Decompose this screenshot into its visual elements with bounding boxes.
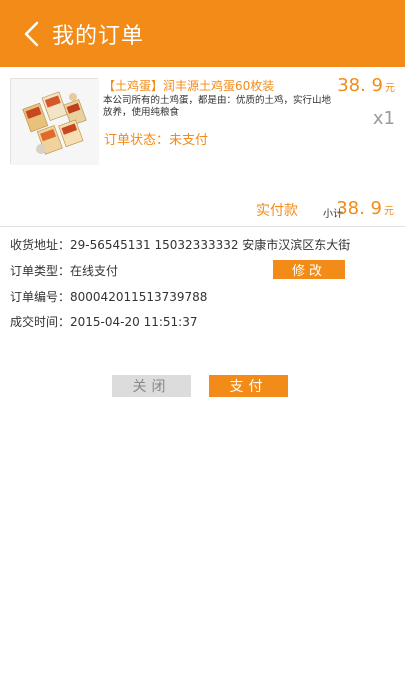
order-type: 订单类型：在线支付 [10,262,118,279]
close-button[interactable]: 关闭 [112,375,191,397]
order-type-value: 在线支付 [70,264,119,278]
order-item[interactable]: 【土鸡蛋】润丰源土鸡蛋60枚装 本公司所有的土鸡蛋，都是由：优质的土鸡，实行山地… [8,75,398,168]
transaction-time: 成交时间：2015-04-20 11:51:37 [10,313,197,330]
product-name: 【土鸡蛋】润丰源土鸡蛋60枚装 [103,79,275,93]
paid-label: 实付款 [256,203,298,219]
shipping-address: 收货地址：29-56545131 15032333332 安康市汉滨区东大街 [10,236,350,253]
address-value: 29-56545131 15032333332 安康市汉滨区东大街 [70,238,351,252]
item-quantity: x1 [372,108,395,129]
order-number-value: 800042011513739788 [70,290,208,304]
address-label: 收货地址： [10,238,71,252]
subtotal-value: 38. 9 [336,198,382,219]
page-title: 我的订单 [52,24,145,49]
transaction-time-label: 成交时间： [10,315,71,329]
order-number: 订单编号：800042011513739788 [10,288,207,305]
modify-button[interactable]: 修改 [273,260,345,279]
item-price: 38. 9元 [337,75,395,96]
back-arrow-icon[interactable] [22,20,42,48]
subtotal-amount: 38. 9元 [336,198,394,219]
order-type-label: 订单类型： [10,264,71,278]
order-status: 订单状态：未支付 [104,133,209,148]
pay-button[interactable]: 支付 [209,375,288,397]
item-price-value: 38. 9 [337,75,383,96]
divider [0,226,405,227]
payment-summary: 实付款 小计 38. 9元 [0,198,405,222]
subtotal-unit: 元 [384,206,394,217]
transaction-time-value: 2015-04-20 11:51:37 [70,315,198,329]
item-price-unit: 元 [385,83,395,94]
order-number-label: 订单编号： [10,290,71,304]
product-image [10,78,99,165]
product-description: 本公司所有的土鸡蛋，都是由：优质的土鸡，实行山地放养，使用纯粮食 [103,95,332,118]
top-bar: 我的订单 [0,0,405,67]
